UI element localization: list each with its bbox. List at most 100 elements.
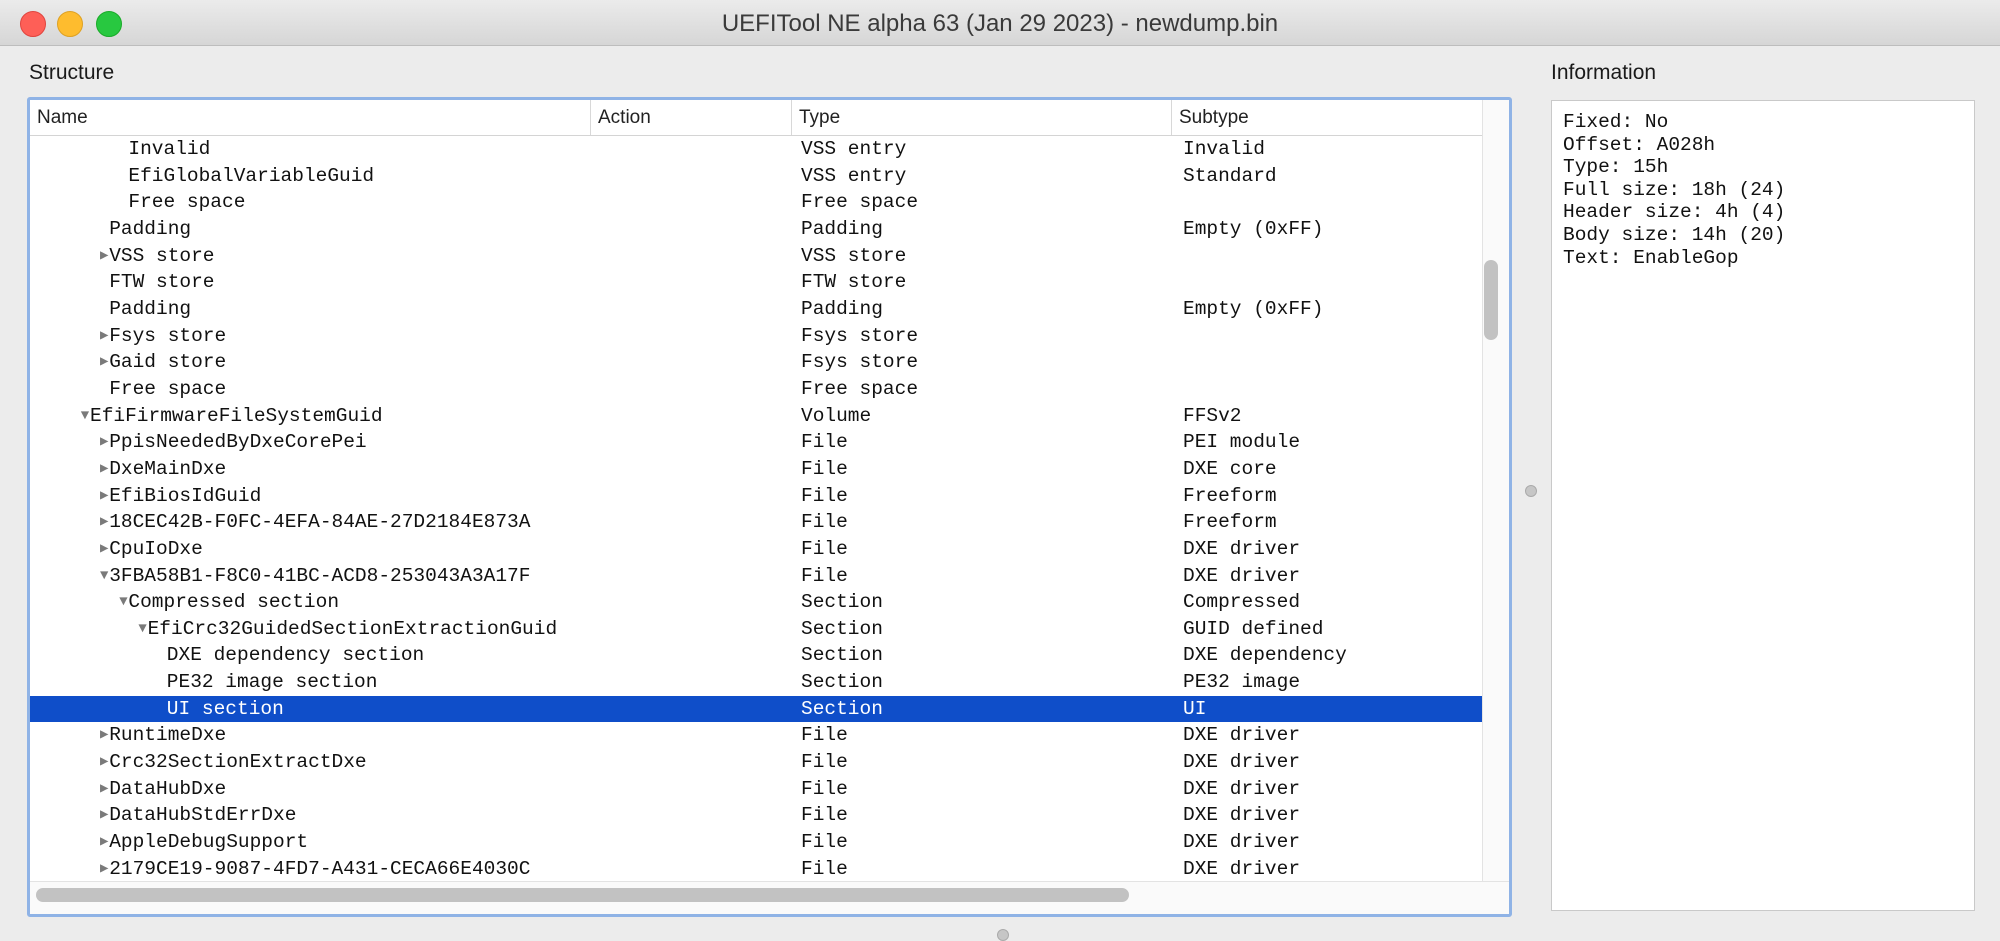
horizontal-splitter-handle[interactable] (997, 929, 1009, 941)
window-title: UEFITool NE alpha 63 (Jan 29 2023) - new… (721, 10, 1279, 37)
tree-row-type: File (801, 511, 848, 534)
tree-row-type: Section (801, 617, 883, 640)
vertical-splitter-handle[interactable] (1525, 485, 1537, 497)
tree-row-selected[interactable]: UI section Section UI (30, 695, 1482, 723)
tree-row-type: Section (801, 591, 883, 614)
information-panel[interactable]: Fixed: No Offset: A028h Type: 15h Full size… (1551, 100, 1975, 911)
tree-row-name: VSS store (109, 244, 215, 267)
tree-row-name: AppleDebugSupport (109, 831, 309, 854)
column-header-action[interactable]: Action (590, 100, 791, 135)
tree-row-type: Free space (801, 377, 919, 400)
tree-row-subtype: Compressed (1183, 591, 1301, 614)
tree-row[interactable]: ▶ 18CEC42B-F0FC-4EFA-84AE-27D2184E873A Fil… (30, 509, 1482, 536)
tree-row-type: Free space (801, 191, 919, 214)
tree-row-subtype: Invalid (1183, 138, 1265, 160)
tree-row-type: Section (801, 644, 883, 667)
information-line: Full size: 18h (24) (1563, 178, 1786, 201)
tree-row[interactable]: ▶ Gaid store Fsys store (30, 349, 1482, 376)
information-line: Body size: 14h (20) (1563, 223, 1786, 246)
tree-row-name: Fsys store (109, 324, 227, 347)
tree-row-name: Padding (109, 297, 192, 320)
tree-row-subtype: FFSv2 (1183, 404, 1242, 427)
tree-row[interactable]: ▶ PpisNeededByDxeCorePei File PEI module (30, 429, 1482, 456)
tree-row-subtype: DXE driver (1183, 751, 1301, 774)
horizontal-scrollbar-thumb[interactable] (36, 888, 1129, 902)
tree-row[interactable]: ▶ DataHubDxe File DXE driver (30, 776, 1482, 803)
window-titlebar: UEFITool NE alpha 63 (Jan 29 2023) - new… (0, 0, 2000, 46)
information-pane-label: Information (1551, 61, 1657, 84)
tree-row-type: Section (801, 671, 883, 694)
tree-row[interactable]: ▼ EfiCrc32GuidedSectionExtractionGuid Sect… (30, 616, 1482, 643)
tree-row-subtype: DXE core (1183, 457, 1277, 480)
tree-row[interactable]: ▶ Fsys store Fsys store (30, 323, 1482, 350)
tree-row[interactable]: Free space Free space (30, 189, 1482, 216)
tree-row-subtype: Freeform (1183, 511, 1277, 534)
tree-row[interactable]: Padding Padding Empty (0xFF) (30, 296, 1482, 323)
tree-row-type: Fsys store (801, 324, 919, 347)
vertical-scrollbar-thumb[interactable] (1484, 260, 1498, 340)
tree-row-name: 2179CE19-9087-4FD7-A431-CECA66E4030C (109, 857, 531, 880)
tree-row-name: DataHubDxe (109, 777, 227, 800)
tree-row-subtype: DXE driver (1183, 804, 1301, 827)
tree-row[interactable]: Invalid VSS entry Invalid (30, 136, 1482, 163)
tree-row[interactable]: DXE dependency section Section DXE depende… (30, 642, 1482, 669)
tree-row[interactable]: ▶ Crc32SectionExtractDxe File DXE driver (30, 749, 1482, 776)
tree-row-name: PE32 image section (166, 671, 378, 694)
tree-row-type: Fsys store (801, 351, 919, 374)
tree-row-name: EfiFirmwareFileSystemGuid (90, 404, 383, 427)
tree-row[interactable]: ▶ CpuIoDxe File DXE driver (30, 536, 1482, 563)
tree-row-name: EfiBiosIdGuid (109, 484, 262, 507)
tree-header: Name Action Type Subtype (30, 100, 1482, 136)
information-line: Type: 15h (1563, 156, 1669, 179)
column-header-name[interactable]: Name (30, 100, 590, 135)
tree-row-name: CpuIoDxe (109, 537, 203, 560)
column-header-subtype[interactable]: Subtype (1171, 100, 1482, 135)
tree-row-subtype: Empty (0xFF) (1183, 297, 1324, 320)
tree-row-type: VSS store (801, 244, 907, 267)
tree-row[interactable]: ▼ EfiFirmwareFileSystemGuid Volume FFSv2 (30, 403, 1482, 430)
tree-row[interactable]: ▶ EfiBiosIdGuid File Freeform (30, 483, 1482, 510)
tree-row[interactable]: Padding Padding Empty (0xFF) (30, 216, 1482, 243)
vertical-scrollbar[interactable] (1482, 100, 1509, 881)
tree-row[interactable]: ▶ RuntimeDxe File DXE driver (30, 722, 1482, 749)
tree-row-type: Volume (801, 404, 872, 427)
tree-row-type: VSS entry (801, 164, 907, 187)
tree-row-subtype: GUID defined (1183, 617, 1324, 640)
tree-row-name: FTW store (109, 271, 215, 294)
information-line: Offset: A028h (1563, 133, 1716, 156)
tree-row-name: RuntimeDxe (109, 724, 227, 747)
tree-row[interactable]: ▶ VSS store VSS store (30, 243, 1482, 270)
tree-row[interactable]: ▶ 2179CE19-9087-4FD7-A431-CECA66E4030C Fil… (30, 856, 1482, 881)
tree-row[interactable]: ▼ Compressed section Section Compressed (30, 589, 1482, 616)
tree-row-type: File (801, 831, 848, 854)
tree-row-name: 18CEC42B-F0FC-4EFA-84AE-27D2184E873A (109, 511, 531, 534)
tree-row-subtype: DXE driver (1183, 564, 1301, 587)
tree-row[interactable]: ▼ 3FBA58B1-F8C0-41BC-ACD8-253043A3A17F Fil… (30, 563, 1482, 590)
tree-row-subtype: DXE driver (1183, 831, 1301, 854)
tree-row-type: File (801, 564, 848, 587)
information-line: Fixed: No (1563, 111, 1669, 133)
information-text: Fixed: No Offset: A028h Type: 15h Full size… (1563, 111, 1785, 269)
tree-row-name: EfiCrc32GuidedSectionExtractionGuid (147, 617, 558, 640)
tree-row[interactable]: FTW store FTW store (30, 269, 1482, 296)
tree-row-name: Free space (128, 191, 246, 214)
information-line: Text: EnableGop (1563, 246, 1739, 269)
tree-row-type: FTW store (801, 271, 907, 294)
tree-row[interactable]: ▶ AppleDebugSupport File DXE driver (30, 829, 1482, 856)
tree-row-subtype: Freeform (1183, 484, 1277, 507)
tree-row[interactable]: PE32 image section Section PE32 image (30, 669, 1482, 696)
tree-row[interactable]: ▶ DataHubStdErrDxe File DXE driver (30, 802, 1482, 829)
tree-row-name: Crc32SectionExtractDxe (109, 751, 367, 774)
tree-row-subtype: DXE driver (1183, 537, 1301, 560)
tree-row-subtype: DXE driver (1183, 724, 1301, 747)
tree-row-type: File (801, 724, 848, 747)
tree-row-name: DxeMainDxe (109, 457, 227, 480)
tree-row-name: EfiGlobalVariableGuid (128, 164, 375, 187)
column-header-type[interactable]: Type (791, 100, 1171, 135)
tree-row-name: DXE dependency section (166, 644, 425, 667)
tree-row[interactable]: Free space Free space (30, 376, 1482, 403)
tree-row[interactable]: EfiGlobalVariableGuid VSS entry Standard (30, 163, 1482, 190)
tree-row[interactable]: ▶ DxeMainDxe File DXE core (30, 456, 1482, 483)
tree-row-name: UI section (166, 697, 284, 720)
structure-tree[interactable]: Name Action Type Subtype Invalid VSS entr… (27, 97, 1512, 917)
